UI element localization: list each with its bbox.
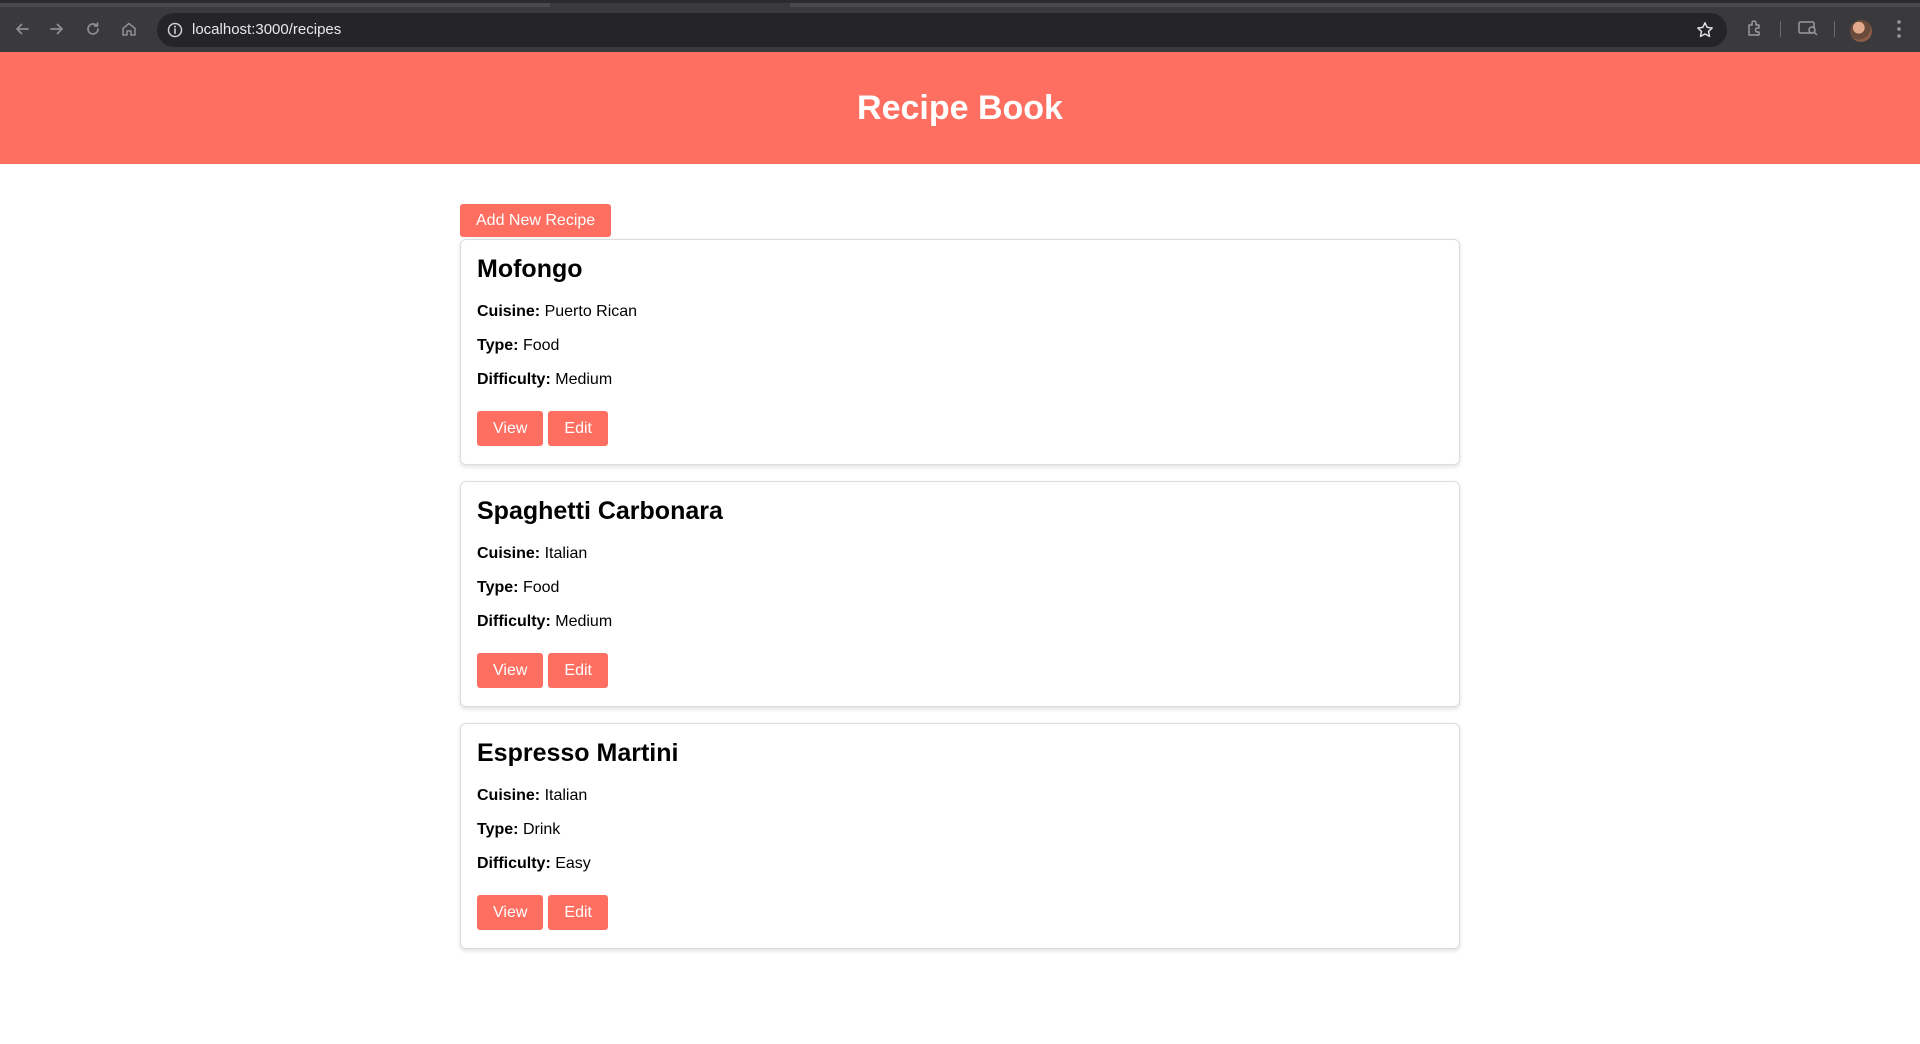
info-icon[interactable] xyxy=(166,21,184,39)
recipe-actions: View Edit xyxy=(477,895,1443,930)
tab-strip xyxy=(790,3,1920,7)
edit-button[interactable]: Edit xyxy=(548,895,608,930)
forward-button[interactable] xyxy=(44,16,70,42)
difficulty-value: Medium xyxy=(555,371,613,388)
view-button[interactable]: View xyxy=(477,653,544,688)
reload-icon xyxy=(87,22,99,35)
recipe-list: Add New Recipe Mofongo Cuisine: Puerto R… xyxy=(460,204,1460,965)
view-button[interactable]: View xyxy=(477,411,544,446)
difficulty-label: Difficulty: xyxy=(477,371,551,388)
difficulty-value: Medium xyxy=(555,613,613,630)
cuisine-value: Italian xyxy=(544,787,588,804)
recipe-type: Type: Food xyxy=(477,336,1443,355)
back-button[interactable] xyxy=(9,16,35,42)
edit-button[interactable]: Edit xyxy=(548,411,608,446)
difficulty-label: Difficulty: xyxy=(477,613,551,630)
reload-button[interactable] xyxy=(80,16,106,42)
recipe-name: Espresso Martini xyxy=(477,739,679,767)
recipe-difficulty: Difficulty: Medium xyxy=(477,612,1443,631)
home-icon xyxy=(122,22,136,36)
type-label: Type: xyxy=(477,579,519,596)
cuisine-label: Cuisine: xyxy=(477,787,541,804)
recipe-cuisine: Cuisine: Italian xyxy=(477,786,1443,805)
cuisine-label: Cuisine: xyxy=(477,303,541,320)
type-label: Type: xyxy=(477,821,519,838)
recipe-actions: View Edit xyxy=(477,653,1443,688)
difficulty-label: Difficulty: xyxy=(477,855,551,872)
add-recipe-button[interactable]: Add New Recipe xyxy=(460,204,612,237)
kebab-menu-icon[interactable] xyxy=(1895,18,1903,40)
recipe-cuisine: Cuisine: Puerto Rican xyxy=(477,302,1443,321)
toolbar-divider xyxy=(1780,21,1781,37)
recipe-difficulty: Difficulty: Easy xyxy=(477,854,1443,873)
recipe-card: Espresso Martini Cuisine: Italian Type: … xyxy=(460,723,1460,949)
page-header: Recipe Book xyxy=(0,52,1920,164)
arrow-left-icon xyxy=(16,23,29,35)
browser-toolbar: localhost:3000/recipes xyxy=(0,0,1920,52)
cuisine-value: Puerto Rican xyxy=(544,303,638,320)
address-bar[interactable]: localhost:3000/recipes xyxy=(157,13,1727,47)
view-button[interactable]: View xyxy=(477,895,544,930)
type-value: Drink xyxy=(522,821,561,838)
recipe-difficulty: Difficulty: Medium xyxy=(477,370,1443,389)
arrow-right-icon xyxy=(50,23,63,35)
tab-strip xyxy=(0,3,550,7)
type-value: Food xyxy=(522,337,560,354)
type-value: Food xyxy=(522,579,560,596)
puzzle-icon[interactable] xyxy=(1745,18,1765,38)
avatar[interactable] xyxy=(1850,20,1872,42)
recipe-card: Mofongo Cuisine: Puerto Rican Type: Food… xyxy=(460,239,1460,465)
type-label: Type: xyxy=(477,337,519,354)
edit-button[interactable]: Edit xyxy=(548,653,608,688)
toolbar-divider xyxy=(1834,21,1835,37)
recipe-card: Spaghetti Carbonara Cuisine: Italian Typ… xyxy=(460,481,1460,707)
page-title: Recipe Book xyxy=(857,88,1063,127)
difficulty-value: Easy xyxy=(555,855,591,872)
cuisine-label: Cuisine: xyxy=(477,545,541,562)
recipe-type: Type: Drink xyxy=(477,820,1443,839)
home-button[interactable] xyxy=(116,16,142,42)
recipe-name: Spaghetti Carbonara xyxy=(477,497,723,525)
tab-search-icon[interactable] xyxy=(1797,18,1819,38)
cuisine-value: Italian xyxy=(544,545,588,562)
star-icon[interactable] xyxy=(1695,20,1715,40)
recipe-cuisine: Cuisine: Italian xyxy=(477,544,1443,563)
recipe-type: Type: Food xyxy=(477,578,1443,597)
recipe-name: Mofongo xyxy=(477,255,583,283)
url-text[interactable]: localhost:3000/recipes xyxy=(192,13,341,47)
recipe-actions: View Edit xyxy=(477,411,1443,446)
